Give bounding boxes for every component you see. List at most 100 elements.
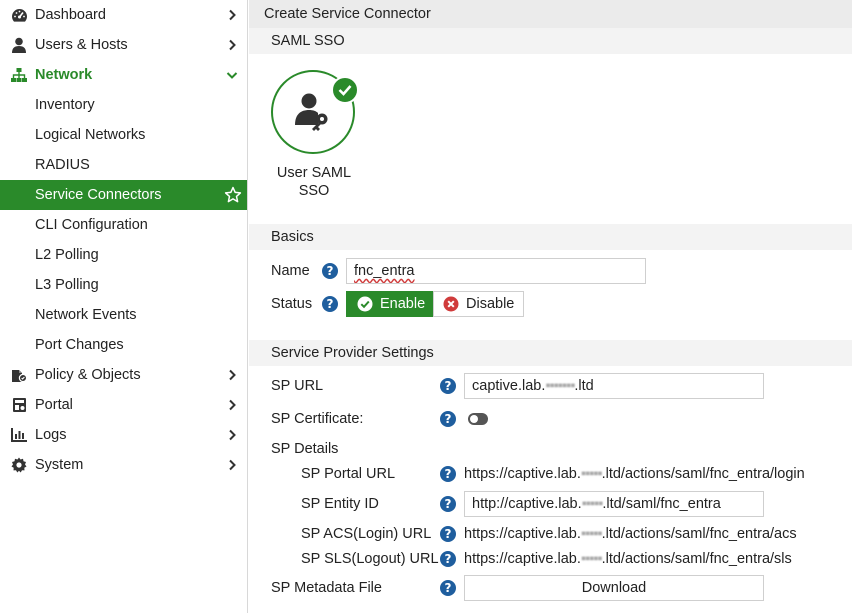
help-icon[interactable]: ? <box>440 496 456 512</box>
portal-icon <box>10 396 28 414</box>
enable-button[interactable]: Enable <box>346 291 433 317</box>
dashboard-icon <box>10 6 28 24</box>
page-title: Create Service Connector <box>249 0 852 28</box>
sidebar-item-dashboard[interactable]: Dashboard <box>0 0 247 30</box>
chevron-right-icon <box>229 459 236 471</box>
sp-certificate-label: SP Certificate: <box>271 411 364 427</box>
sp-entity-prefix: http://captive.lab. <box>472 496 582 512</box>
sp-sls-prefix: https://captive.lab. <box>464 551 581 567</box>
chevron-right-icon <box>229 399 236 411</box>
sp-entity-id-label: SP Entity ID <box>301 496 379 512</box>
section-header-saml-sso: SAML SSO <box>249 28 852 54</box>
sp-acs-prefix: https://captive.lab. <box>464 526 581 542</box>
sidebar-item-label: System <box>35 457 84 473</box>
gear-icon <box>10 456 28 474</box>
sidebar-item-port-changes[interactable]: Port Changes <box>0 330 247 360</box>
sidebar-item-system[interactable]: System <box>0 450 247 480</box>
sidebar-item-label: Logs <box>35 427 67 443</box>
chevron-right-icon <box>229 39 236 51</box>
saml-card-label: User SAML SSO <box>276 165 352 199</box>
sidebar-item-policy-objects[interactable]: Policy & Objects <box>0 360 247 390</box>
enable-label: Enable <box>380 296 426 312</box>
help-icon[interactable]: ? <box>440 466 456 482</box>
sidebar-item-label: Network <box>35 67 93 83</box>
sidebar: Dashboard Users & Hosts Network Inventor… <box>0 0 248 613</box>
sidebar-item-label: CLI Configuration <box>35 217 148 233</box>
section-header-basics: Basics <box>249 224 852 250</box>
sp-sls-suffix: .ltd/actions/saml/fnc_entra/sls <box>601 551 792 567</box>
sidebar-item-label: Port Changes <box>35 337 124 353</box>
help-icon[interactable]: ? <box>440 580 456 596</box>
sidebar-item-label: L2 Polling <box>35 247 99 263</box>
redacted-text: ▪▪▪▪▪▪▪ <box>545 378 575 394</box>
sp-certificate-toggle[interactable] <box>468 413 488 425</box>
chevron-right-icon <box>229 9 236 21</box>
sidebar-item-network[interactable]: Network <box>0 60 247 90</box>
redacted-text: ▪▪▪▪▪ <box>580 526 603 542</box>
chevron-down-icon <box>226 72 238 79</box>
sidebar-item-service-connectors[interactable]: Service Connectors <box>0 180 247 210</box>
user-saml-sso-card[interactable]: User SAML SSO <box>271 70 359 200</box>
network-icon <box>10 66 28 84</box>
sp-acs-suffix: .ltd/actions/saml/fnc_entra/acs <box>601 526 797 542</box>
logs-icon <box>10 426 28 444</box>
sp-entity-id-field[interactable]: http://captive.lab.▪▪▪▪▪.ltd/saml/fnc_en… <box>464 491 764 517</box>
redacted-text: ▪▪▪▪▪ <box>580 466 603 482</box>
check-icon <box>331 76 359 104</box>
sp-portal-url-value: https://captive.lab.▪▪▪▪▪.ltd/actions/sa… <box>464 465 805 483</box>
sidebar-item-label: Logical Networks <box>35 127 146 143</box>
sidebar-item-logical-networks[interactable]: Logical Networks <box>0 120 247 150</box>
sidebar-item-label: Service Connectors <box>35 187 162 203</box>
sp-url-label: SP URL <box>271 378 324 394</box>
sidebar-item-portal[interactable]: Portal <box>0 390 247 420</box>
sidebar-item-radius[interactable]: RADIUS <box>0 150 247 180</box>
help-icon[interactable]: ? <box>440 378 456 394</box>
sidebar-item-label: L3 Polling <box>35 277 99 293</box>
sidebar-item-label: Users & Hosts <box>35 37 128 53</box>
sp-entity-suffix: .ltd/saml/fnc_entra <box>602 496 721 512</box>
help-icon[interactable]: ? <box>322 263 338 279</box>
sidebar-item-inventory[interactable]: Inventory <box>0 90 247 120</box>
sp-acs-url-label: SP ACS(Login) URL <box>301 526 432 542</box>
sidebar-item-users-hosts[interactable]: Users & Hosts <box>0 30 247 60</box>
redacted-text: ▪▪▪▪▪ <box>581 496 604 512</box>
help-icon[interactable]: ? <box>440 411 456 427</box>
user-icon <box>10 36 28 54</box>
sp-portal-prefix: https://captive.lab. <box>464 466 581 482</box>
redacted-text: ▪▪▪▪▪ <box>580 551 603 567</box>
sidebar-item-label: Policy & Objects <box>35 367 141 383</box>
sidebar-item-label: Portal <box>35 397 73 413</box>
download-button[interactable]: Download <box>464 575 764 601</box>
sidebar-item-l3-polling[interactable]: L3 Polling <box>0 270 247 300</box>
connector-type-area: User SAML SSO <box>249 54 852 232</box>
section-header-sp-settings: Service Provider Settings <box>249 340 852 366</box>
help-icon[interactable]: ? <box>440 526 456 542</box>
chevron-right-icon <box>229 369 236 381</box>
sidebar-item-label: RADIUS <box>35 157 90 173</box>
sp-sls-url-label: SP SLS(Logout) URL <box>301 551 439 567</box>
name-value: fnc_entra <box>354 263 415 279</box>
sp-metadata-label: SP Metadata File <box>271 580 382 596</box>
disable-label: Disable <box>466 296 515 312</box>
sidebar-item-cli-configuration[interactable]: CLI Configuration <box>0 210 247 240</box>
star-icon[interactable] <box>224 186 242 204</box>
sidebar-item-logs[interactable]: Logs <box>0 420 247 450</box>
sp-acs-url-value: https://captive.lab.▪▪▪▪▪.ltd/actions/sa… <box>464 525 797 543</box>
disable-button[interactable]: Disable <box>433 291 524 317</box>
sp-portal-suffix: .ltd/actions/saml/fnc_entra/login <box>601 466 805 482</box>
x-circle-icon <box>443 296 459 312</box>
check-circle-icon <box>357 296 373 312</box>
help-icon[interactable]: ? <box>440 551 456 567</box>
sp-portal-url-label: SP Portal URL <box>301 466 396 482</box>
sp-url-field[interactable]: captive.lab.▪▪▪▪▪▪▪.ltd <box>464 373 764 399</box>
status-toggle-group: Enable Disable <box>249 291 649 317</box>
sidebar-item-l2-polling[interactable]: L2 Polling <box>0 240 247 270</box>
sp-details-label: SP Details <box>271 441 339 457</box>
sidebar-item-network-events[interactable]: Network Events <box>0 300 247 330</box>
chevron-right-icon <box>229 429 236 441</box>
sidebar-item-label: Network Events <box>35 307 137 323</box>
sp-url-suffix: .ltd <box>574 378 594 394</box>
sp-sls-url-value: https://captive.lab.▪▪▪▪▪.ltd/actions/sa… <box>464 550 792 568</box>
name-field[interactable]: fnc_entra <box>346 258 646 284</box>
sidebar-item-label: Inventory <box>35 97 95 113</box>
